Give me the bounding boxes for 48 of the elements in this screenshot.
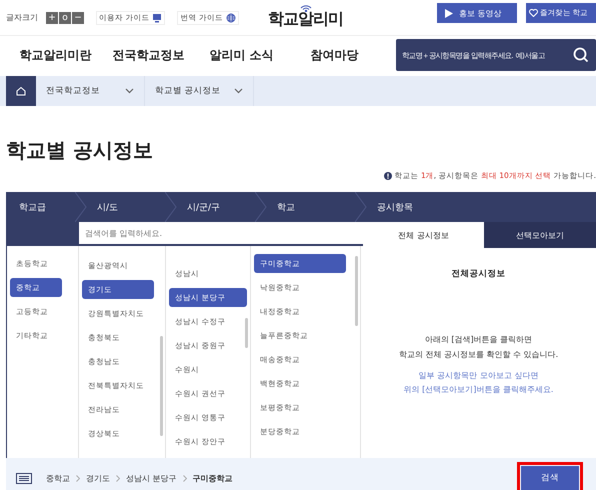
scrollbar[interactable] (355, 256, 358, 326)
chevron-down-icon (234, 88, 243, 94)
scrollbar[interactable] (245, 318, 248, 348)
hint-text: 위의 [선택모아보기]버튼을 클릭해주세요. (404, 384, 554, 396)
nav-menu-item[interactable]: 학교알리미란 (9, 46, 102, 64)
exclamation-icon (384, 172, 392, 180)
step-label: 시/군/구 (186, 202, 220, 214)
path-item: 중학교 (46, 472, 70, 484)
home-icon (16, 86, 26, 96)
font-size-button[interactable]: o (59, 12, 71, 24)
panel-title: 전체공시정보 (452, 268, 506, 280)
font-size-button[interactable]: − (72, 12, 84, 24)
chevron-right-icon (182, 474, 187, 482)
step-label: 학교 (276, 202, 295, 214)
promo-video-button[interactable]: 홍보 동영상 (437, 3, 517, 23)
search-field[interactable]: 검색어를 입력하세요. (79, 222, 363, 246)
globe-icon (226, 12, 236, 22)
list-icon (16, 472, 32, 484)
font-size-button[interactable]: + (46, 12, 58, 24)
step-label: 시/도 (96, 202, 118, 214)
step-label: 공시항목 (376, 202, 413, 214)
tab[interactable]: 선택모아보기 (484, 222, 596, 248)
path-item: 구미중학교 (192, 472, 233, 484)
breadcrumb-dropdown[interactable]: 학교별 공시정보 (145, 76, 254, 106)
nav-menu-item[interactable]: 참여마당 (288, 46, 381, 64)
chevron-right-icon (116, 474, 120, 482)
page-title: 학교별 공시정보 (5, 137, 154, 164)
breadcrumb-dropdown[interactable]: 전국학교정보 (36, 76, 145, 106)
chevron-down-icon (125, 88, 134, 94)
instruction-text: 아래의 [검색]버튼을 클릭하면 (424, 334, 534, 346)
hint-text: 일부 공시항목만 모아보고 싶다면 (418, 370, 540, 382)
tab[interactable]: 전체 공시정보 (363, 222, 484, 248)
home-button[interactable] (6, 76, 36, 106)
play-icon (445, 8, 453, 18)
path-item: 경기도 (86, 472, 110, 484)
scrollbar[interactable] (160, 336, 163, 436)
step-label: 학교급 (18, 202, 46, 214)
wifi-icon (300, 4, 312, 12)
nav-menu-item[interactable]: 알리미 소식 (195, 46, 288, 64)
nav-menu-item[interactable]: 전국학교정보 (102, 46, 195, 64)
instruction-text: 학교의 전체 공시정보를 확인할 수 있습니다. (398, 349, 558, 361)
chevron-right-icon (76, 474, 80, 482)
monitor-icon (152, 12, 162, 22)
path-item: 성남시 분당구 (126, 472, 177, 484)
search-button[interactable]: 검색 (521, 466, 579, 490)
font-size-label: 글자크기 (6, 12, 38, 23)
heart-icon (529, 9, 538, 17)
logo-text[interactable]: 학교알리미 (268, 9, 343, 30)
